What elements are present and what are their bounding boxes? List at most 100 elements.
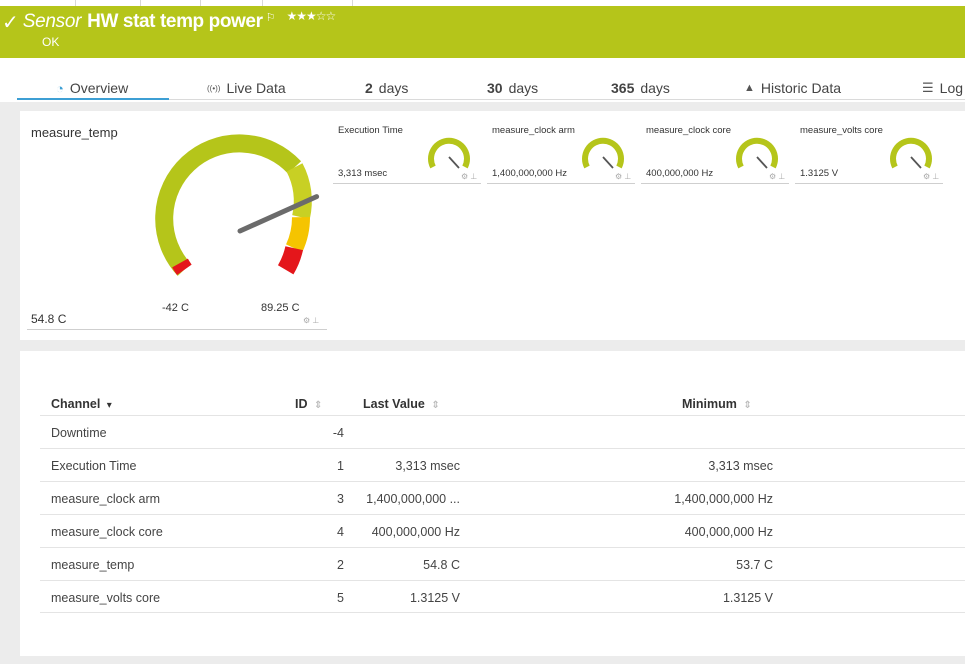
column-header-last-value[interactable]: Last Value ⇕ [363,397,440,411]
cell-minimum: 1,400,000,000 Hz [674,492,773,506]
tab-live-data[interactable]: ((•)) Live Data [207,80,286,96]
table-row[interactable]: measure_clock core 4 400,000,000 Hz 400,… [40,514,965,547]
mini-gauge-clock-core[interactable]: measure_clock core 400,000,000 Hz ⚙ ⊥ [641,111,789,191]
top-menu-strip [0,0,965,6]
big-gauge-title: measure_temp [31,125,118,140]
tab-365-days-label: days [640,80,670,96]
active-tab-indicator [17,98,169,100]
mini-gauge-divider [641,183,789,184]
sort-icon: ⇕ [431,400,440,411]
gauge-settings-pin-icon[interactable]: ⚙ ⊥ [303,316,319,325]
temperature-gauge [155,134,320,276]
tab-overview[interactable]: ◔ Overview [56,80,128,96]
table-row[interactable]: measure_volts core 5 1.3125 V 1.3125 V [40,580,965,613]
gauge-current-value: 54.8 C [31,312,67,326]
column-header-id[interactable]: ID ⇕ [295,397,322,411]
tab-2-days-number: 2 [365,80,373,96]
cell-minimum: 1.3125 V [722,591,773,605]
sensor-title-row: ✓ Sensor HW stat temp power ⚐ ★★★☆☆ [0,9,336,35]
cell-id: 2 [337,558,344,572]
cell-minimum: 3,313 msec [708,459,773,473]
status-text: OK [42,35,60,49]
cell-id: -4 [332,426,344,440]
cell-minimum: 400,000,000 Hz [684,525,773,539]
mini-settings-pin-icon[interactable]: ⚙ ⊥ [923,172,939,181]
mini-gauge-clock-arm[interactable]: measure_clock arm 1,400,000,000 Hz ⚙ ⊥ [487,111,635,191]
tab-log[interactable]: ☰ Log [922,80,963,96]
mini-gauge-value: 1,400,000,000 Hz [492,168,568,179]
log-list-icon: ☰ [922,80,934,95]
mini-gauge-dial-icon [428,137,470,169]
tab-live-data-label: Live Data [226,80,286,96]
tab-365-days[interactable]: 365 days [611,80,670,96]
column-header-channel-label: Channel [51,397,101,411]
cell-id: 1 [337,459,344,473]
cell-last-value: 1.3125 V [409,591,460,605]
flag-icon[interactable]: ⚐ [266,11,276,24]
gauge-divider [27,329,327,330]
sensor-header: ✓ Sensor HW stat temp power ⚐ ★★★☆☆ OK [0,0,965,58]
mini-gauge-value: 1.3125 V [800,168,839,179]
mini-settings-pin-icon[interactable]: ⚙ ⊥ [615,172,631,181]
status-ok-check-icon: ✓ [2,11,19,34]
gauge-arc-light [286,163,312,220]
table-row[interactable]: Execution Time 1 3,313 msec 3,313 msec [40,448,965,481]
gauge-arc-normal [155,134,302,276]
gauge-arc-error-high [277,245,303,275]
mini-settings-pin-icon[interactable]: ⚙ ⊥ [769,172,785,181]
gauge-arc-error-low [172,258,192,276]
tab-30-days[interactable]: 30 days [487,80,538,96]
tab-overview-label: Overview [69,80,129,96]
cell-channel: measure_clock core [51,525,163,539]
tab-historic-data-label: Historic Data [760,80,842,96]
mini-gauge-volts-core[interactable]: measure_volts core 1.3125 V ⚙ ⊥ [795,111,943,191]
gauge-arc-warning [285,216,311,253]
cell-minimum: 53.7 C [736,558,773,572]
column-header-minimum[interactable]: Minimum ⇕ [682,397,752,411]
mini-settings-pin-icon[interactable]: ⚙ ⊥ [461,172,477,181]
tab-365-days-number: 365 [611,80,635,96]
priority-stars[interactable]: ★★★☆☆ [286,9,336,23]
table-row[interactable]: measure_clock arm 3 1,400,000,000 ... 1,… [40,481,965,514]
column-header-minimum-label: Minimum [682,397,737,411]
mini-gauge-divider [333,183,481,184]
tab-2-days[interactable]: 2 days [365,80,408,96]
mini-gauge-title: measure_clock core [646,125,732,136]
mini-gauge-title: measure_clock arm [492,125,575,136]
mini-gauge-dial-icon [736,137,778,169]
cell-last-value: 54.8 C [423,558,460,572]
column-header-last-value-label: Last Value [363,397,425,411]
sensor-type-label: Sensor [22,11,82,32]
mini-gauge-dial-icon [582,137,624,169]
mini-gauge-divider [487,183,635,184]
gauge-min-label: -42 C [162,302,189,314]
tab-historic-data[interactable]: ▲ Historic Data [744,80,841,96]
table-row[interactable]: Downtime -4 [40,415,965,448]
tab-log-label: Log [939,80,964,96]
tab-bar: ◔ Overview ((•)) Live Data 2 days 30 day… [0,58,965,102]
table-row[interactable]: measure_temp 2 54.8 C 53.7 C [40,547,965,580]
sort-desc-icon: ▾ [106,400,112,411]
column-header-channel[interactable]: Channel ▾ [51,397,112,411]
live-broadcast-icon: ((•)) [207,83,221,93]
mini-gauge-title: measure_volts core [800,125,883,136]
cell-channel: measure_volts core [51,591,161,605]
mini-gauge-divider [795,183,943,184]
channel-table-panel: Channel ▾ ID ⇕ Last Value ⇕ Minimum ⇕ Do… [20,351,965,656]
mini-gauge-execution-time[interactable]: Execution Time 3,313 msec ⚙ ⊥ [333,111,481,191]
tab-2-days-label: days [378,80,409,96]
mini-gauge-value: 400,000,000 Hz [646,168,714,179]
cell-channel: measure_clock arm [51,492,161,506]
cell-channel: Execution Time [51,459,137,473]
mini-gauge-title: Execution Time [338,125,403,136]
gauge-max-label: 89.25 C [261,302,300,314]
tab-30-days-number: 30 [487,80,503,96]
cell-channel: measure_temp [51,558,135,572]
cell-last-value: 400,000,000 Hz [371,525,460,539]
overview-gauge-icon: ◔ [56,80,64,96]
gauges-panel: measure_temp -42 C 89.25 C 54.8 C ⚙ ⊥ Ex… [20,111,965,340]
mini-gauge-value: 3,313 msec [338,168,388,179]
cell-last-value: 3,313 msec [395,459,460,473]
cell-id: 5 [337,591,344,605]
area-chart-icon: ▲ [744,82,755,94]
